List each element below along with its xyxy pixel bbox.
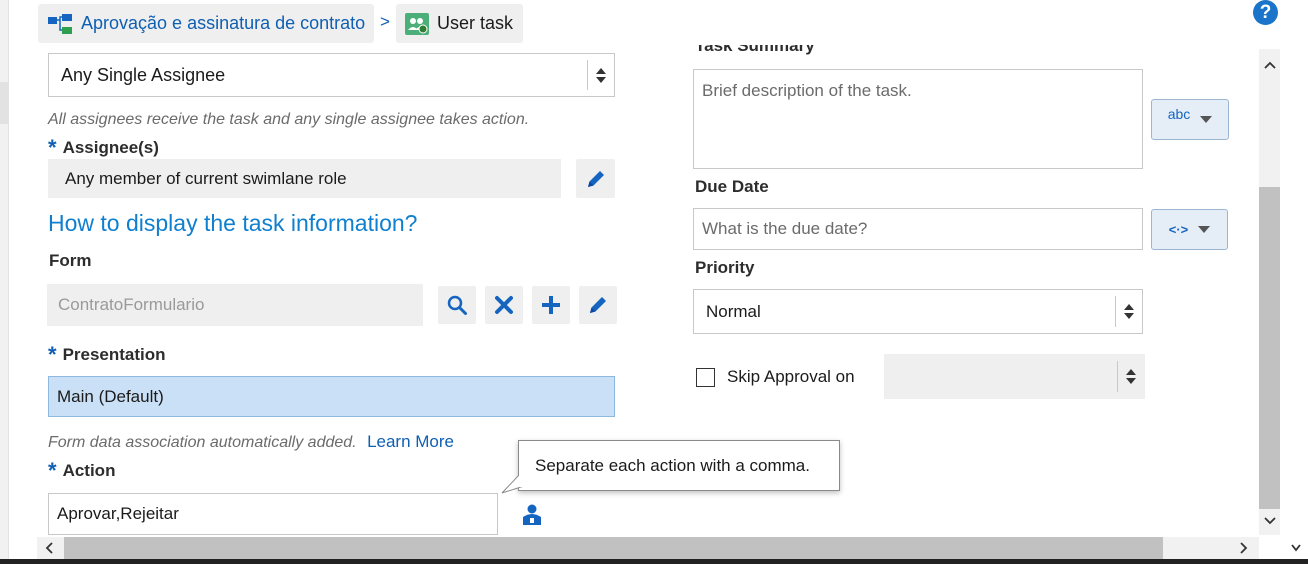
scroll-up-icon[interactable] (1263, 60, 1277, 70)
task-summary-label: Task Summary (695, 36, 815, 55)
tooltip-pointer (501, 474, 525, 494)
scroll-left-icon[interactable] (44, 541, 54, 555)
edit-form-button[interactable] (579, 286, 617, 324)
presentation-label-row: * Presentation (48, 340, 166, 367)
process-icon (48, 13, 72, 34)
form-value: ContratoFormulario (58, 295, 205, 314)
action-tooltip: Separate each action with a comma. (518, 440, 840, 491)
breadcrumb-task[interactable]: User task (396, 4, 523, 43)
display-section-title: How to display the task information? (48, 210, 418, 236)
presentation-hint: Form data association automatically adde… (48, 434, 357, 451)
breadcrumb-process[interactable]: Aprovação e assinatura de contrato (38, 4, 374, 43)
scroll-down-icon[interactable] (1263, 516, 1277, 526)
search-form-button[interactable] (438, 286, 476, 324)
required-marker: * (48, 458, 57, 483)
user-action-icon (523, 504, 541, 525)
required-marker: * (48, 135, 57, 160)
due-date-mode-button[interactable]: <·> (1151, 209, 1228, 250)
action-input[interactable]: Aprovar,Rejeitar (48, 493, 498, 535)
assignees-value: Any member of current swimlane role (65, 168, 347, 188)
horizontal-scrollbar-thumb[interactable] (64, 537, 1163, 559)
due-date-placeholder: What is the due date? (702, 219, 868, 238)
learn-more-link[interactable]: Learn More (367, 432, 454, 451)
bottom-edge (0, 559, 1308, 564)
assignees-label: Assignee(s) (62, 138, 159, 157)
priority-value: Normal (706, 301, 761, 321)
plus-icon (542, 296, 560, 314)
breadcrumb-separator: > (380, 12, 390, 31)
close-icon (495, 296, 513, 314)
presentation-hint-row: Form data association automatically adde… (48, 432, 454, 452)
required-marker: * (48, 342, 57, 367)
presentation-value: Main (Default) (57, 386, 164, 406)
clear-form-button[interactable] (485, 286, 523, 324)
search-icon (447, 295, 467, 315)
expression-icon: <·> (1168, 222, 1189, 237)
edit-assignees-button[interactable] (576, 159, 615, 198)
presentation-label: Presentation (62, 345, 166, 364)
form-field[interactable]: ContratoFormulario (47, 284, 423, 326)
assignment-pattern-value: Any Single Assignee (61, 64, 226, 85)
assignees-label-row: * Assignee(s) (48, 133, 159, 160)
vertical-scrollbar-thumb[interactable] (1259, 187, 1280, 509)
assignees-field[interactable]: Any member of current swimlane role (48, 159, 561, 198)
pencil-icon (587, 170, 604, 187)
task-summary-mode-button[interactable]: abc (1151, 99, 1229, 140)
skip-approval-select[interactable] (884, 354, 1145, 399)
action-label: Action (62, 461, 116, 480)
presentation-select[interactable]: Main (Default) (48, 376, 615, 417)
scroll-down-icon[interactable] (1290, 541, 1302, 555)
form-label: Form (49, 251, 92, 270)
task-summary-textarea[interactable]: Brief description of the task. (693, 69, 1143, 169)
due-date-input[interactable]: What is the due date? (693, 208, 1143, 250)
select-spinner-icon (587, 60, 614, 90)
user-task-icon (405, 12, 429, 35)
help-icon[interactable]: ? (1253, 0, 1278, 25)
task-summary-placeholder: Brief description of the task. (702, 81, 912, 100)
left-panel-edge (0, 0, 9, 564)
action-tooltip-text: Separate each action with a comma. (535, 455, 810, 475)
chevron-down-icon (1200, 116, 1213, 123)
select-spinner-icon (1115, 296, 1142, 327)
left-panel-marker (0, 82, 8, 124)
breadcrumb-task-label: User task (437, 13, 514, 33)
action-picker-button[interactable] (513, 496, 551, 534)
add-form-button[interactable] (532, 286, 570, 324)
action-value: Aprovar,Rejeitar (57, 504, 179, 523)
pencil-icon (590, 297, 606, 313)
skip-approval-label: Skip Approval on (727, 367, 855, 386)
select-spinner-icon (1117, 361, 1144, 392)
scroll-right-icon[interactable] (1239, 541, 1249, 555)
due-date-label: Due Date (695, 177, 769, 196)
breadcrumb-process-label[interactable]: Aprovação e assinatura de contrato (81, 13, 365, 34)
priority-label: Priority (695, 258, 755, 277)
action-label-row: * Action (48, 456, 116, 483)
priority-select[interactable]: Normal (693, 289, 1143, 334)
skip-approval-checkbox[interactable] (696, 368, 715, 387)
assignment-pattern-select[interactable]: Any Single Assignee (48, 53, 615, 97)
chevron-down-icon (1198, 226, 1211, 233)
assignment-pattern-hint: All assignees receive the task and any s… (48, 111, 530, 128)
abc-icon: abc (1167, 105, 1191, 122)
